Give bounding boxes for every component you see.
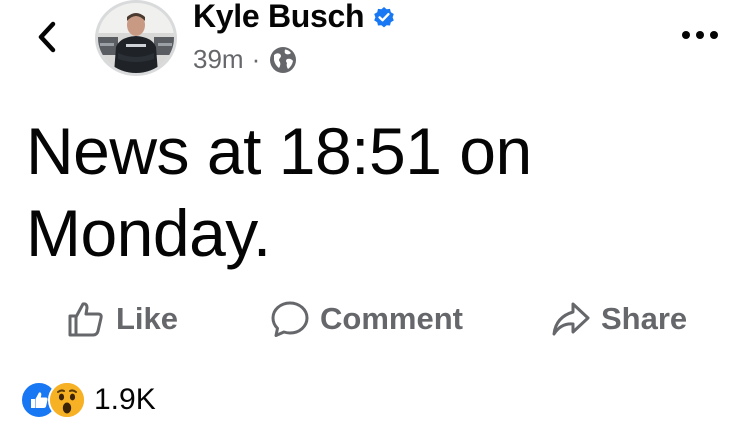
like-label: Like <box>116 301 179 336</box>
post-text: News at 18:51 on Monday. <box>26 114 532 270</box>
post-timestamp[interactable]: 39m <box>193 44 244 75</box>
share-button[interactable]: Share <box>551 296 687 342</box>
chevron-left-icon <box>36 21 58 58</box>
wow-reaction-icon <box>48 381 86 419</box>
avatar[interactable] <box>95 0 177 76</box>
back-button[interactable] <box>30 18 64 60</box>
more-horizontal-icon <box>681 27 719 45</box>
more-options-button[interactable] <box>681 22 719 50</box>
author-name-link[interactable]: Kyle Busch <box>193 0 396 35</box>
author-name: Kyle Busch <box>193 0 365 34</box>
avatar-photo <box>98 3 174 73</box>
reactions-summary[interactable]: 1.9K <box>20 380 156 420</box>
thumbs-up-icon <box>66 299 106 339</box>
comment-button[interactable]: Comment <box>270 296 463 342</box>
reaction-count: 1.9K <box>94 383 156 416</box>
globe-icon <box>268 45 298 75</box>
comment-bubble-icon <box>270 299 310 339</box>
verified-badge-icon <box>372 5 396 29</box>
post-meta: 39m · <box>193 44 298 75</box>
comment-label: Comment <box>320 301 463 336</box>
share-arrow-icon <box>551 299 591 339</box>
like-button[interactable]: Like <box>66 296 178 342</box>
meta-separator: · <box>251 44 261 74</box>
share-label: Share <box>601 301 688 336</box>
